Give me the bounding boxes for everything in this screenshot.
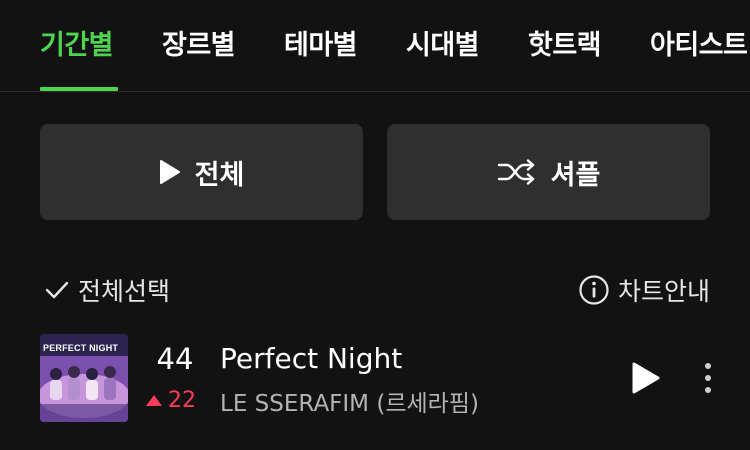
- chart-info-button[interactable]: 차트안내: [578, 272, 710, 308]
- rank-up-icon: [146, 394, 162, 406]
- tab-hottrack[interactable]: 핫트랙: [528, 28, 602, 64]
- info-icon: [579, 275, 609, 305]
- tab-artist[interactable]: 아티스트: [650, 28, 748, 64]
- shuffle-icon: [497, 159, 534, 185]
- play-icon[interactable]: [628, 360, 662, 396]
- album-art[interactable]: PERFECT NIGHT: [40, 334, 128, 422]
- shuffle-label: 셔플: [550, 159, 601, 191]
- artist-name[interactable]: LE SSERAFIM (르세라핌): [220, 384, 479, 418]
- more-vertical-icon[interactable]: [696, 360, 720, 396]
- tab-era[interactable]: 시대별: [406, 28, 480, 64]
- tab-theme[interactable]: 테마별: [284, 28, 358, 64]
- select-all-label: 전체선택: [78, 277, 171, 306]
- active-tab-indicator: [40, 87, 118, 91]
- track-row[interactable]: PERFECT NIGHT 44 22 Perfect Night LE SSE…: [0, 330, 750, 426]
- song-title[interactable]: Perfect Night: [220, 342, 402, 375]
- chart-info-label: 차트안내: [617, 277, 710, 306]
- tab-genre[interactable]: 장르별: [162, 28, 236, 64]
- play-all-button[interactable]: 전체: [40, 124, 363, 220]
- check-icon: [45, 281, 69, 299]
- rank-change-value: 22: [168, 387, 196, 413]
- rank-change: 22: [146, 386, 196, 414]
- tab-period[interactable]: 기간별: [40, 28, 114, 64]
- select-all-button[interactable]: 전체선택: [44, 272, 170, 308]
- album-art-title: PERFECT NIGHT: [43, 343, 119, 353]
- rank-number: 44: [156, 342, 194, 376]
- tab-bar: 기간별 장르별 테마별 시대별 핫트랙 아티스트: [0, 0, 750, 92]
- play-icon: [159, 160, 180, 184]
- shuffle-button[interactable]: 셔플: [387, 124, 710, 220]
- play-all-label: 전체: [194, 159, 245, 191]
